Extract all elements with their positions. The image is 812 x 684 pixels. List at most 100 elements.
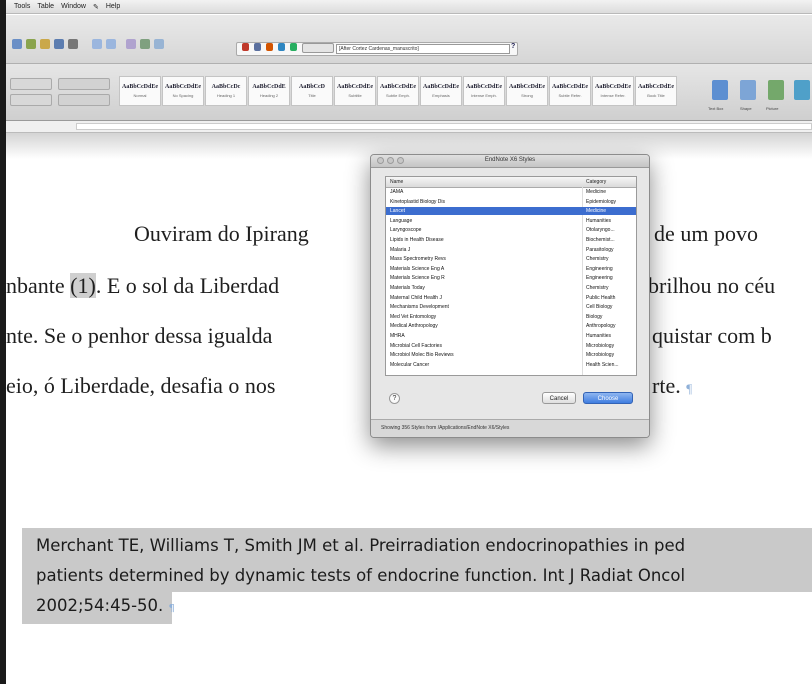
script-menu-icon[interactable]: ✎ xyxy=(93,3,99,11)
save-icon[interactable] xyxy=(54,39,64,49)
style-1[interactable]: AaBbCcDdEe No Spacing xyxy=(162,76,204,106)
style-8[interactable]: AaBbCcDdEe Intense Emph. xyxy=(463,76,505,106)
style-field[interactable]: [After Cortez Cardenas_manuscrito] xyxy=(336,44,510,54)
ruler[interactable] xyxy=(6,121,812,133)
menu-tools[interactable]: Tools xyxy=(14,3,30,10)
style-icon[interactable] xyxy=(302,43,334,53)
style-name: Laryngoscope xyxy=(390,227,422,234)
style-4[interactable]: AaBbCcD Title xyxy=(291,76,333,106)
style-list-row[interactable]: Microbial Cell Factories Microbiology xyxy=(386,342,636,350)
style-3[interactable]: AaBbCcDdE Heading 2 xyxy=(248,76,290,106)
style-category: Epidemiology xyxy=(586,198,617,205)
style-7[interactable]: AaBbCcDdEe Emphasis xyxy=(420,76,462,106)
redo-icon[interactable] xyxy=(106,39,116,49)
style-name: Molecular Cancer xyxy=(390,361,430,368)
style-list-row[interactable]: Malaria J Parasitology xyxy=(386,246,636,254)
insert-citation-icon[interactable] xyxy=(242,43,249,51)
picture-icon[interactable] xyxy=(768,80,784,100)
style-name: Language xyxy=(390,217,413,224)
style-name: Mass Spectrometry Revs xyxy=(390,256,446,263)
column-header-name[interactable]: Name xyxy=(390,179,403,185)
paragraph-controls-icon[interactable] xyxy=(10,94,52,106)
menu-table[interactable]: Table xyxy=(37,3,54,10)
citation-number[interactable]: (1) xyxy=(70,273,96,298)
doc-line-4[interactable]: eio, ó Liberdade, desafia o nos xyxy=(6,373,275,399)
go-to-endnote-icon[interactable] xyxy=(290,43,297,51)
style-list-row[interactable]: Molecular Cancer Health Scien... xyxy=(386,361,636,369)
style-5[interactable]: AaBbCcDdEe Subtitle xyxy=(334,76,376,106)
new-document-icon[interactable] xyxy=(12,39,22,49)
style-11[interactable]: AaBbCcDdEe Intense Refer. xyxy=(592,76,634,106)
undo-icon[interactable] xyxy=(92,39,102,49)
style-list-row[interactable]: Mechanisms Development Cell Biology xyxy=(386,303,636,311)
doc-line-2-tail[interactable]: brilhou no céu xyxy=(648,273,775,299)
style-9[interactable]: AaBbCcDdEe Strong xyxy=(506,76,548,106)
shape-icon[interactable] xyxy=(740,80,756,100)
style-2[interactable]: AaBbCcDc Heading 1 xyxy=(205,76,247,106)
style-list-row[interactable]: Language Humanities xyxy=(386,217,636,225)
font-controls-icon[interactable] xyxy=(10,78,52,90)
style-10[interactable]: AaBbCcDdEe Subtle Refer. xyxy=(549,76,591,106)
style-list-row[interactable]: JAMA Medicine xyxy=(386,188,636,196)
doc-line-3[interactable]: nte. Se o penhor dessa igualda xyxy=(6,323,272,349)
themes-icon[interactable] xyxy=(794,80,810,100)
bibliography-line-1: Merchant TE, Williams T, Smith JM et al.… xyxy=(36,536,686,555)
style-list-row[interactable]: Lancet Medicine xyxy=(386,207,636,216)
style-list-row[interactable]: Laryngoscope Otolaryngo... xyxy=(386,226,636,234)
indent-icon[interactable] xyxy=(58,94,110,106)
style-list-row[interactable]: Mass Spectrometry Revs Chemistry xyxy=(386,255,636,263)
help-icon[interactable]: ? xyxy=(511,43,515,50)
style-list-row[interactable]: Microbiol Molec Bio Reviews Microbiology xyxy=(386,351,636,359)
bibliography-paragraph-mark: ¶ xyxy=(168,603,175,614)
style-category: Public Health xyxy=(586,294,616,301)
style-category: Chemistry xyxy=(586,285,609,291)
alignment-icon[interactable] xyxy=(58,78,110,90)
edit-citation-icon[interactable] xyxy=(266,43,273,51)
style-list-row[interactable]: Kinetoplastid Biology Dis Epidemiology xyxy=(386,198,636,206)
doc-line-2[interactable]: nbante (1). E o sol da Liberdad xyxy=(6,273,279,299)
dialog-title-bar[interactable]: EndNote X6 Styles xyxy=(371,155,649,168)
help-button[interactable]: ? xyxy=(389,393,400,404)
style-label: Intense Refer. xyxy=(600,93,626,98)
format-painter-icon[interactable] xyxy=(126,39,136,49)
print-icon[interactable] xyxy=(68,39,78,49)
shape-label: Shape xyxy=(740,106,752,111)
style-6[interactable]: AaBbCcDdEe Subtle Emph. xyxy=(377,76,419,106)
style-12[interactable]: AaBbCcDdEe Book Title xyxy=(635,76,677,106)
style-list-row[interactable]: Maternal Child Health J Public Health xyxy=(386,294,636,302)
ribbon: AaBbCcDdEe Normal AaBbCcDdEe No Spacing AaBb… xyxy=(6,64,812,121)
style-name: Materials Today xyxy=(390,285,425,291)
templates-icon[interactable] xyxy=(26,39,36,49)
cancel-button[interactable]: Cancel xyxy=(542,392,576,404)
find-citation-icon[interactable] xyxy=(254,43,261,51)
style-list-row[interactable]: Materials Science Eng A Engineering xyxy=(386,265,636,273)
bibliography-entry[interactable]: Merchant TE, Williams T, Smith JM et al.… xyxy=(22,528,812,624)
style-list-row[interactable]: MHRA Humanities xyxy=(386,332,636,340)
style-list-row[interactable]: Materials Today Chemistry xyxy=(386,284,636,292)
style-0[interactable]: AaBbCcDdEe Normal xyxy=(119,76,161,106)
style-category: Cell Biology xyxy=(586,304,613,311)
paragraph-mark: ¶ xyxy=(686,381,693,396)
style-list-row[interactable]: Medical Anthropology Anthropology xyxy=(386,322,636,330)
style-list-row[interactable]: Lipids in Health Disease Biochemist... xyxy=(386,236,636,244)
choose-button[interactable]: Choose xyxy=(583,392,633,404)
style-name: Mechanisms Development xyxy=(390,304,449,311)
doc-line-1-tail[interactable]: s de um povo xyxy=(640,221,758,247)
bibliography-line-3: 2002;54:45-50. ¶ xyxy=(36,596,175,615)
style-category: Engineering xyxy=(586,265,613,272)
style-list-row[interactable]: Med Vet Entomology Biology xyxy=(386,313,636,321)
style-label: No Spacing xyxy=(172,93,194,98)
format-bibliography-icon[interactable] xyxy=(278,43,285,51)
menu-help[interactable]: Help xyxy=(106,3,120,10)
styles-list[interactable]: Name Category JAMA Medicine Kinetoplastid … xyxy=(385,176,637,376)
text-box-icon[interactable] xyxy=(712,80,728,100)
doc-line-4-tail[interactable]: rte. ¶ xyxy=(652,373,692,399)
gallery-icon[interactable] xyxy=(154,39,164,49)
doc-line-1[interactable]: Ouviram do Ipirang xyxy=(134,221,309,247)
menu-window[interactable]: Window xyxy=(61,3,86,10)
doc-line-3-tail[interactable]: quistar com b xyxy=(652,323,772,349)
sidebar-icon[interactable] xyxy=(140,39,150,49)
open-icon[interactable] xyxy=(40,39,50,49)
column-header-category[interactable]: Category xyxy=(586,179,606,185)
style-list-row[interactable]: Materials Science Eng R Engineering xyxy=(386,274,636,282)
